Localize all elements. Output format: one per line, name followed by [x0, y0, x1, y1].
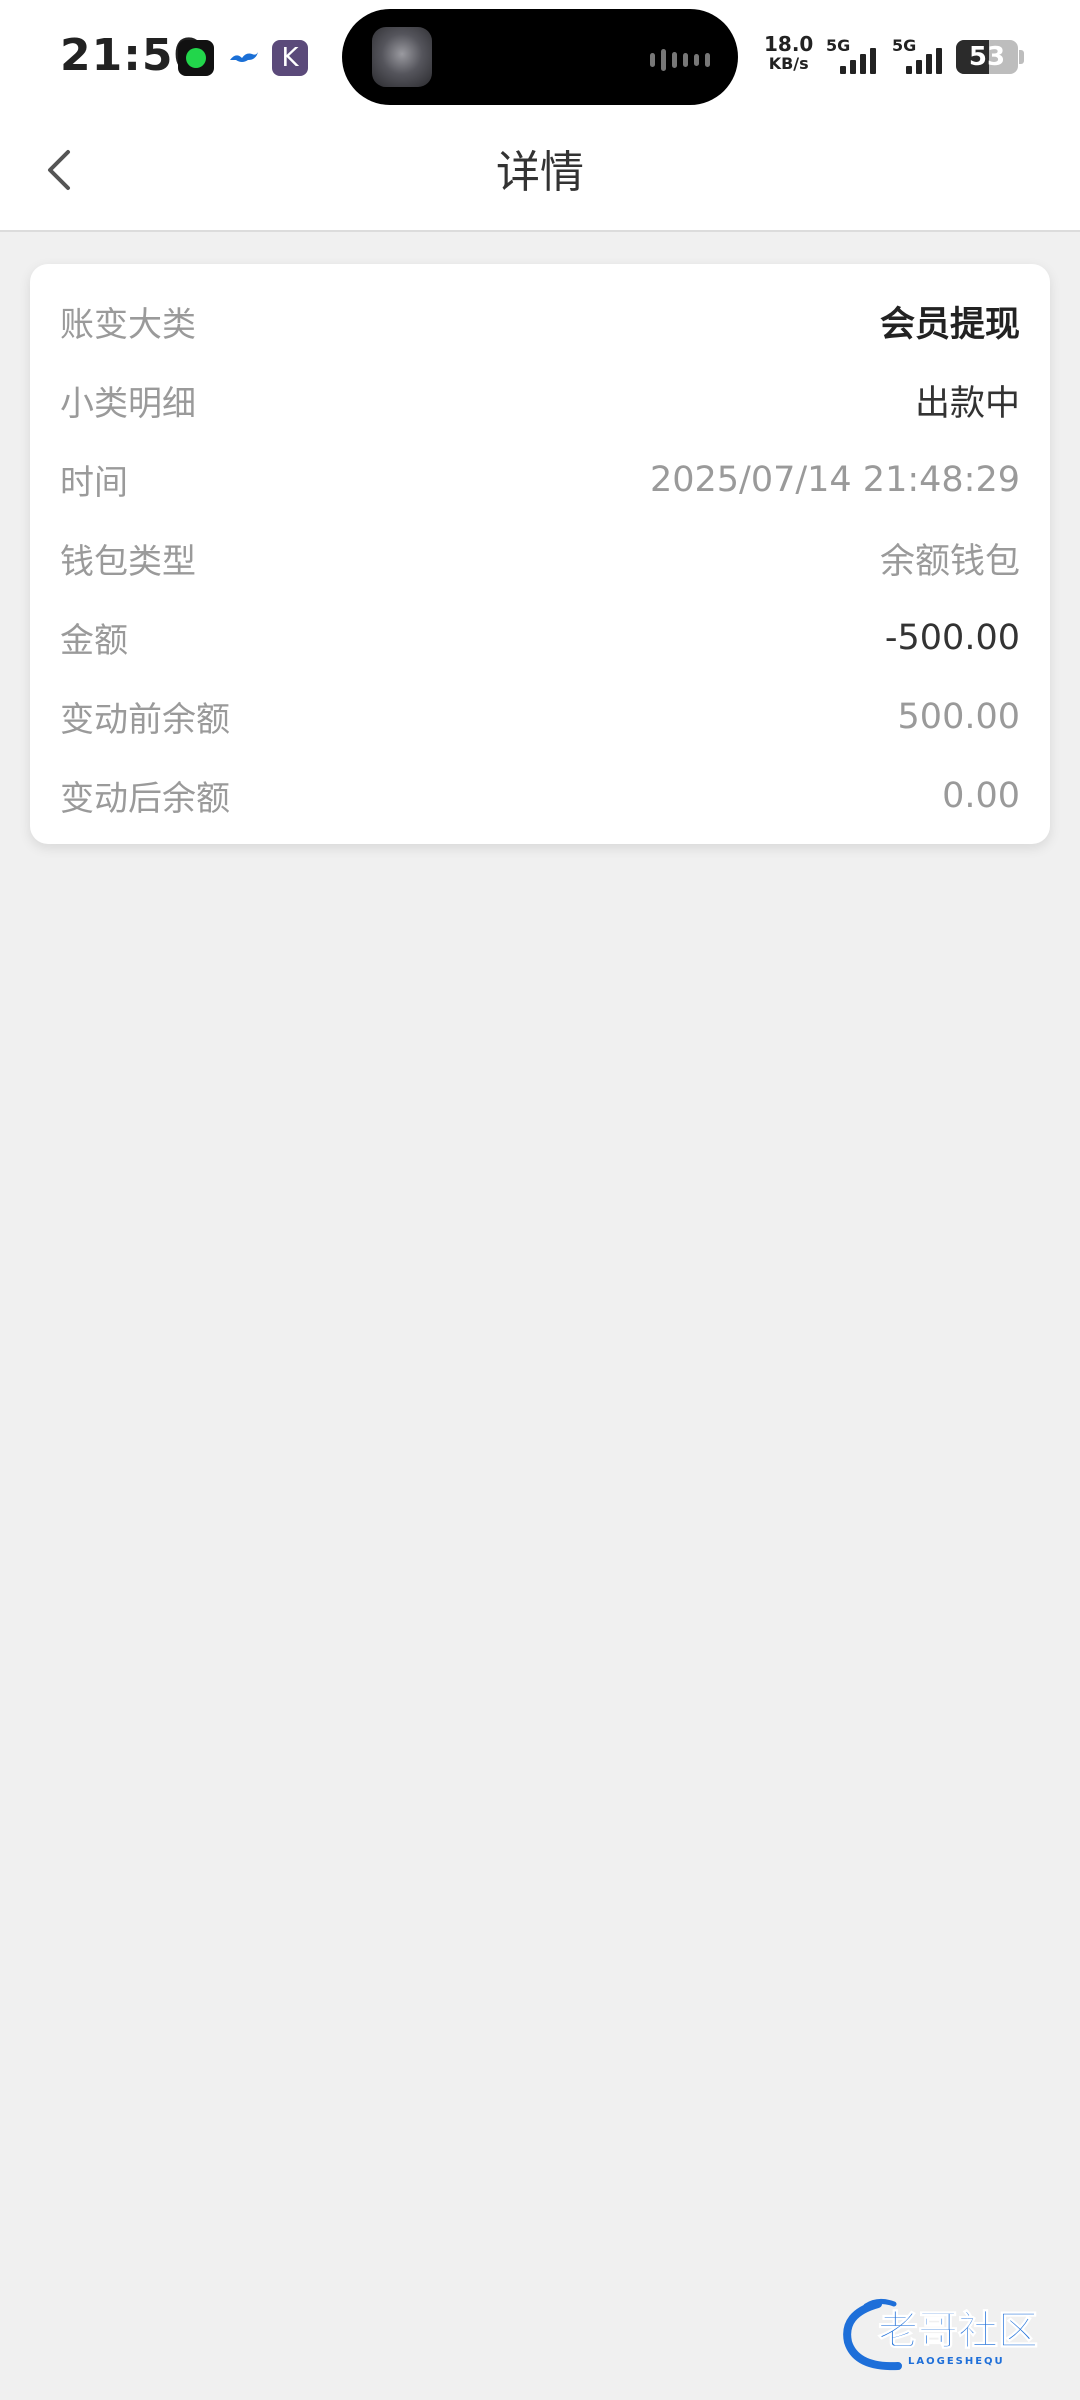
svg-text:LAOGESHEQU: LAOGESHEQU — [908, 2356, 1005, 2367]
network-speed: 18.0 KB/s — [764, 34, 813, 74]
detail-label: 时间 — [60, 463, 128, 503]
media-thumbnail-icon — [372, 27, 432, 87]
detail-label: 金额 — [60, 621, 128, 661]
network-speed-unit: KB/s — [768, 54, 809, 73]
battery-icon: 53 — [956, 40, 1018, 74]
svg-text:老哥社区: 老哥社区 — [878, 2308, 1038, 2354]
detail-label: 变动后余额 — [60, 779, 230, 819]
detail-value: 会员提现 — [879, 305, 1020, 345]
detail-value: 出款中 — [914, 384, 1020, 424]
detail-value: 0.00 — [942, 775, 1020, 816]
detail-value: 2025/07/14 21:48:29 — [649, 459, 1020, 500]
detail-label: 钱包类型 — [60, 542, 196, 582]
detail-value: -500.00 — [884, 617, 1020, 658]
detail-label: 变动前余额 — [60, 700, 230, 740]
detail-row-amount: 金额 -500.00 — [30, 598, 1050, 677]
watermark-logo: 老哥社区 LAOGESHEQU — [838, 2296, 1068, 2376]
page-title: 详情 — [496, 147, 584, 198]
status-bar: 21:50 K 18.0 KB/s 5G 5G 53 — [0, 0, 1080, 116]
detail-row-wallet-type: 钱包类型 余额钱包 — [30, 519, 1050, 598]
back-button[interactable] — [30, 138, 94, 202]
detail-row-balance-after: 变动后余额 0.00 — [30, 756, 1050, 835]
detail-value: 余额钱包 — [879, 542, 1020, 582]
detail-row-balance-before: 变动前余额 500.00 — [30, 677, 1050, 756]
detail-value: 500.00 — [897, 696, 1020, 737]
dynamic-island — [342, 9, 738, 105]
battery-tip — [1019, 50, 1024, 64]
music-app-icon — [178, 40, 214, 76]
detail-row-subcategory: 小类明细 出款中 — [30, 361, 1050, 440]
battery-level: 53 — [968, 42, 1006, 72]
detail-row-time: 时间 2025/07/14 21:48:29 — [30, 440, 1050, 519]
page-header: 详情 — [0, 116, 1080, 232]
detail-label: 账变大类 — [60, 305, 196, 345]
network-speed-value: 18.0 — [764, 32, 814, 56]
audio-wave-icon — [650, 49, 710, 71]
detail-row-category: 账变大类 会员提现 — [30, 282, 1050, 361]
bird-app-icon — [226, 40, 262, 76]
detail-card: 账变大类 会员提现 小类明细 出款中 时间 2025/07/14 21:48:2… — [30, 264, 1050, 844]
detail-label: 小类明细 — [60, 384, 196, 424]
k-app-icon: K — [272, 40, 308, 76]
chevron-left-icon — [48, 150, 70, 190]
